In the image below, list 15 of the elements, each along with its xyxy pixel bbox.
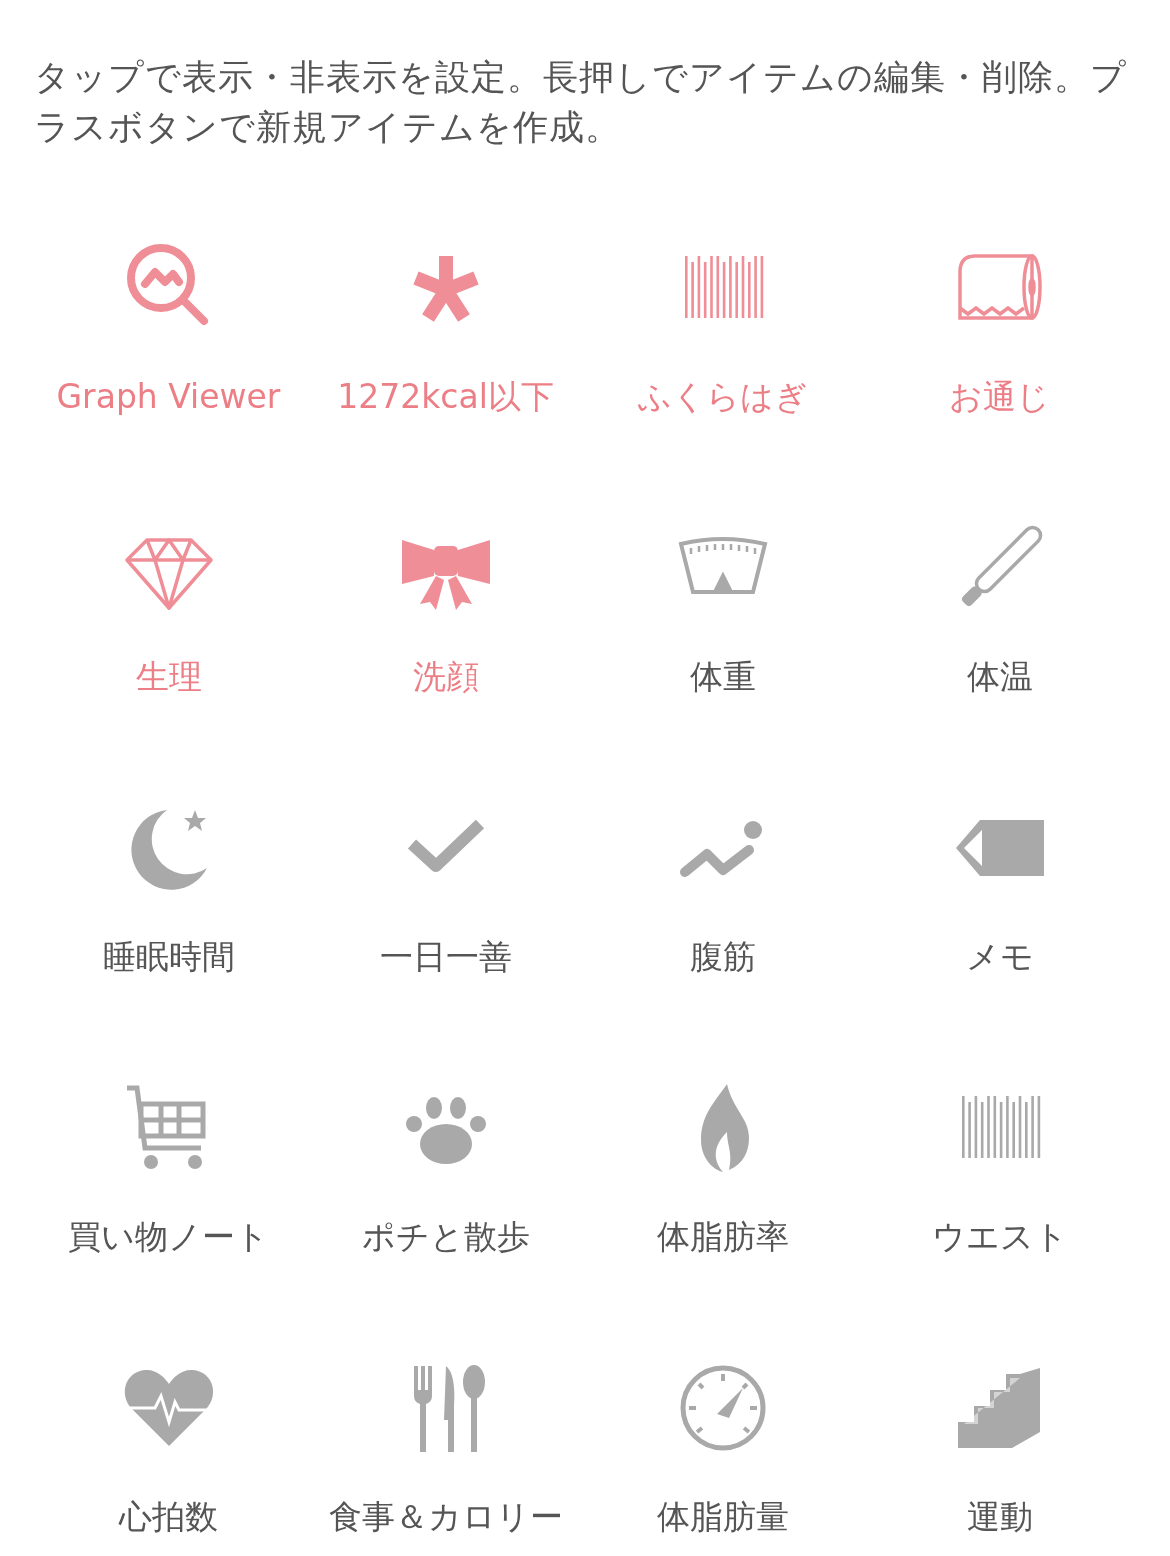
toggle-item[interactable]: 運動 [861, 1358, 1138, 1539]
toggle-item[interactable]: ウエスト [861, 1078, 1138, 1259]
toggle-item[interactable]: 腹筋 [584, 798, 861, 979]
toggle-item[interactable]: 食事＆カロリー [307, 1358, 584, 1539]
toggle-item[interactable]: ポチと散歩 [307, 1078, 584, 1259]
toggle-item[interactable]: 心拍数 [30, 1358, 307, 1539]
toggle-item[interactable]: 体温 [861, 518, 1138, 699]
toggle-item[interactable]: メモ [861, 798, 1138, 979]
toggle-item[interactable]: 一日一善 [307, 798, 584, 979]
toggle-item[interactable]: 体脂肪量 [584, 1358, 861, 1539]
toggle-item[interactable]: 睡眠時間 [30, 798, 307, 979]
instructions-text: タップで表示・非表示を設定。長押しでアイテムの編集・削除。プラスボタンで新規アイテムを作成。 [33, 56, 1128, 149]
toggle-item[interactable]: 体重 [584, 518, 861, 699]
toggle-item[interactable]: 体脂肪率 [584, 1078, 861, 1259]
toggle-item[interactable]: 買い物ノート [30, 1078, 307, 1259]
